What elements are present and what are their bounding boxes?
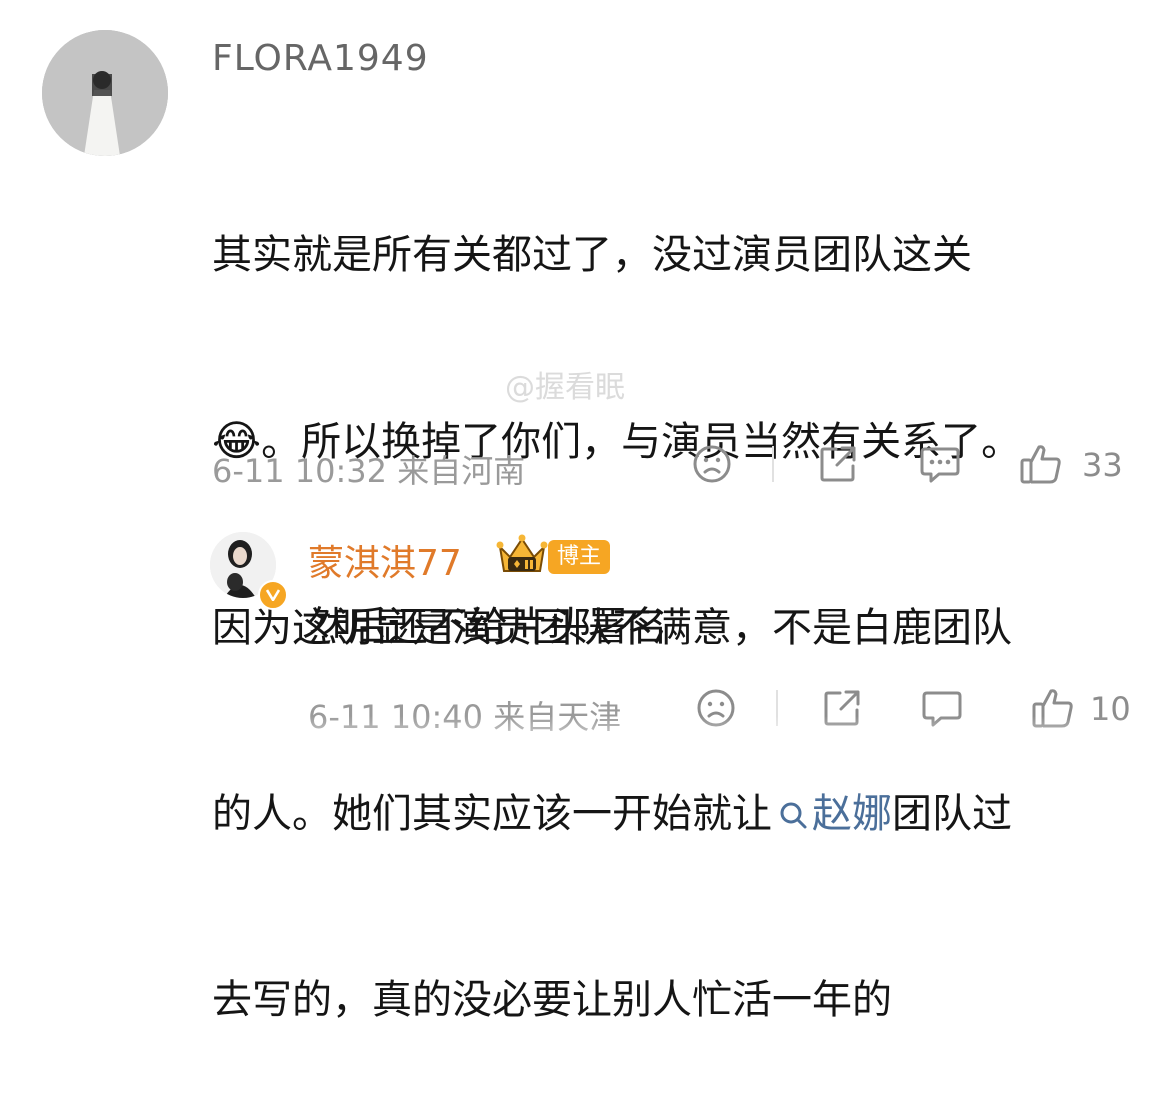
reply-text: 然后还不给片头署名 — [308, 604, 668, 650]
thumbs-up-icon — [1020, 445, 1061, 484]
divider — [772, 446, 774, 482]
crown-icon — [496, 534, 548, 572]
comment-button[interactable] — [918, 442, 962, 486]
share-icon — [820, 446, 856, 482]
blogger-badge: 博主 — [548, 540, 611, 574]
like-count: 33 — [1082, 446, 1123, 484]
sad-face-icon — [693, 445, 731, 483]
bottom-fade — [0, 716, 1170, 760]
comment-username[interactable]: FLORA1949 — [212, 38, 429, 79]
mention-link[interactable]: 赵娜 — [772, 791, 892, 837]
search-icon — [780, 802, 807, 829]
verified-v-icon — [266, 589, 280, 601]
comment-meta: 6-11 10:32 来自河南 — [212, 452, 526, 490]
reply-username[interactable]: 蒙淇淇77 — [308, 534, 462, 586]
avatar-flora1949[interactable] — [42, 30, 168, 156]
avatar-image — [42, 30, 168, 156]
comment-bubble-icon — [920, 447, 960, 483]
like-button[interactable] — [1018, 442, 1064, 486]
dislike-button[interactable] — [690, 442, 734, 486]
crown-badge — [496, 533, 548, 583]
comment-line-5: 去写的，真的没必要让别人忙活一年的 — [212, 977, 892, 1023]
share-button[interactable] — [816, 442, 860, 486]
verified-badge — [258, 580, 288, 610]
comment-line-4: 的人。她们其实应该一开始就让 赵娜团队过 — [212, 791, 1012, 837]
comment-line-1: 其实就是所有关都过了，没过演员团队这关 — [212, 232, 972, 278]
watermark: @握看眠 — [505, 370, 625, 405]
